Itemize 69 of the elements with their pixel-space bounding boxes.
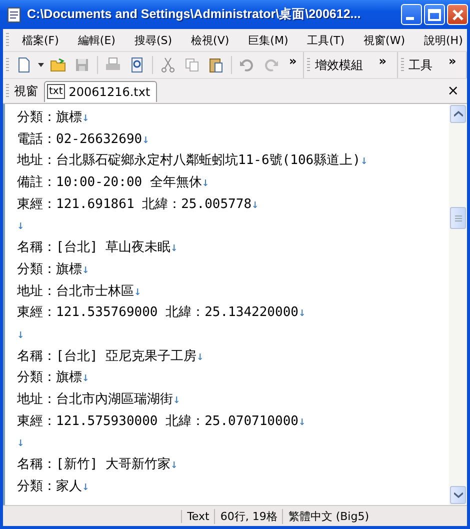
clipboard-icon[interactable] [208,57,224,73]
status-text: 繁體中文 (Big5) [282,508,374,524]
status-text: 60行, 19格 [214,508,282,524]
text-line: 名稱：[新竹] 大哥新竹家 [17,457,170,472]
toolbar-button[interactable]: 增效模組 [312,56,365,74]
text-line: 名稱：[台北] 草山夜未眠 [17,240,170,256]
text-line: 東經：121.535769000 北緯：25.134220000 [17,305,298,320]
line-break-mark: ↓ [173,392,180,406]
status-text: Text [181,510,214,522]
line-break-mark: ↓ [252,196,259,211]
line-break-mark: ↓ [170,240,178,254]
line-break-mark: ↓ [360,153,368,168]
caret-icon[interactable] [38,63,44,67]
file-tab[interactable]: txt 20061216.txt [44,80,158,102]
line-break-mark: ↓ [17,326,24,341]
menu-item[interactable]: 搜尋(S) [124,32,182,48]
line-break-mark: ↓ [82,370,90,384]
line-break-mark: ↓ [134,284,142,298]
maximize-button[interactable] [424,4,445,25]
toolbar-overflow-button[interactable]: » [442,54,462,68]
minimize-button[interactable] [401,4,422,25]
text-line: 地址：台北縣石碇鄉永定村八鄰蚯蚓坑11-6號(106縣道上) [17,153,360,168]
maximize-icon [428,8,441,20]
line-break-mark: ↓ [196,348,204,363]
notepad-icon [6,6,22,22]
text-line: 備註：10:00-20:00 全年無休 [17,175,202,190]
scissors-icon[interactable] [160,57,176,73]
text-line: 東經：121.691861 北緯：25.005778 [17,196,252,212]
text-file-icon: txt [47,84,65,99]
line-break-mark: ↓ [82,110,90,124]
vertical-scrollbar[interactable] [449,104,467,505]
line-break-mark: ↓ [17,435,24,450]
text-line: 電話：02-26632690 [17,132,142,147]
text-line: 分類：旗標 [17,370,82,386]
tabbar-label: 視窗 [13,82,39,100]
line-break-mark: ↓ [142,132,150,146]
window-title: C:\Documents and Settings\Administrator\桌面\200612... [27,6,362,23]
menu-item[interactable]: 編輯(E) [68,32,124,48]
text-line: 地址：台北市內湖區瑞湖街 [17,392,173,407]
text-line: 名稱：[台北] 亞尼克果子工房 [17,348,196,364]
line-break-mark: ↓ [298,305,306,320]
line-break-mark: ↓ [298,414,306,428]
menu-item[interactable]: 視窗(W) [354,32,414,48]
text-line: 分類：旗標 [17,262,82,277]
close-tab-button[interactable]: × [439,83,467,99]
line-break-mark: ↓ [17,218,24,232]
line-break-mark: ↓ [170,457,178,471]
folder-icon[interactable] [50,57,66,73]
menu-item[interactable]: 說明(H) [414,32,470,48]
text-line: 分類：旗標 [17,110,82,125]
magnifier-page-icon[interactable] [129,57,145,73]
toolbar-button[interactable]: 工具 [406,56,435,74]
line-break-mark: ↓ [82,478,90,493]
close-icon [452,8,464,20]
close-button[interactable] [447,4,468,25]
toolbar-overflow-button[interactable]: » [372,54,393,68]
line-break-mark: ↓ [202,175,210,190]
menu-item[interactable]: 巨集(M) [238,32,298,48]
grip-icon[interactable] [454,214,462,222]
text-line: 地址：台北市士林區 [17,284,134,298]
new-file-icon[interactable] [16,57,32,73]
minimize-icon [406,17,414,20]
menu-item[interactable]: 工具(T) [297,32,354,48]
text-line: 分類：家人 [17,478,82,494]
toolbar-overflow-button[interactable]: » [283,54,303,68]
text-line: 東經：121.575930000 北緯：25.070710000 [17,414,298,429]
line-break-mark: ↓ [82,262,90,276]
menu-item[interactable]: 檢視(V) [181,32,238,48]
menu-item[interactable]: 檔案(F) [12,32,68,48]
